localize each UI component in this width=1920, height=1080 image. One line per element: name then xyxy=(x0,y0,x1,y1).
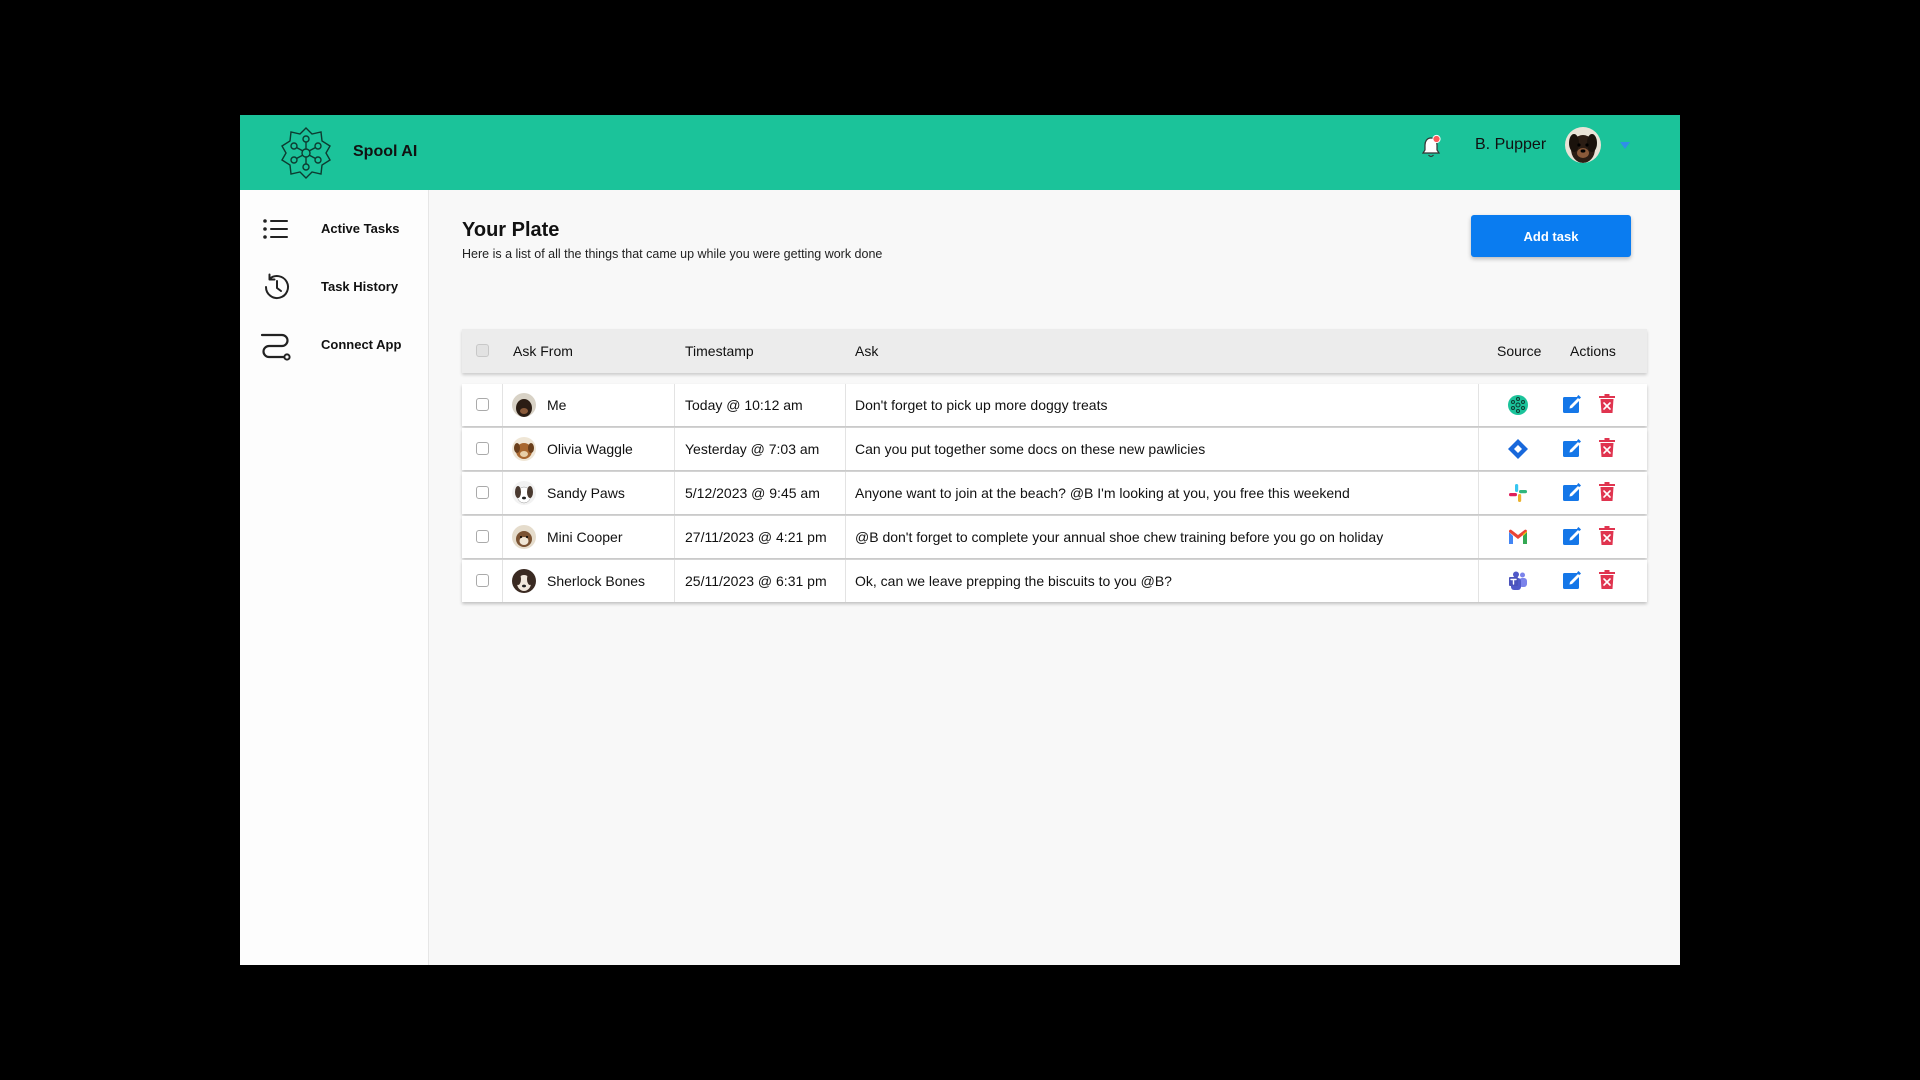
table-row[interactable]: Olivia Waggle Yesterday @ 7:03 am Can yo… xyxy=(462,428,1647,470)
ask-text: Can you put together some docs on these … xyxy=(855,441,1206,457)
connect-route-icon xyxy=(260,333,291,361)
delete-icon[interactable] xyxy=(1598,526,1616,546)
gmail-source-icon xyxy=(1509,529,1527,544)
app-window: Spool AI B. Pupper Active Tasks Task His… xyxy=(240,115,1680,965)
sidebar: Active Tasks Task History Connect App xyxy=(240,190,429,965)
edit-icon[interactable] xyxy=(1562,570,1582,590)
delete-icon[interactable] xyxy=(1598,394,1616,414)
timestamp: Yesterday @ 7:03 am xyxy=(685,441,820,457)
list-icon xyxy=(263,219,288,239)
user-name[interactable]: B. Pupper xyxy=(1475,136,1546,154)
sidebar-item-task-history[interactable]: Task History xyxy=(240,265,428,309)
add-task-button[interactable]: Add task xyxy=(1471,215,1631,257)
avatar xyxy=(512,569,536,593)
ask-text: Don't forget to pick up more doggy treat… xyxy=(855,397,1108,413)
ask-from-name: Sandy Paws xyxy=(547,485,625,501)
ask-from-name: Olivia Waggle xyxy=(547,441,633,457)
timestamp: Today @ 10:12 am xyxy=(685,397,803,413)
spool-ai-source-icon xyxy=(1508,395,1528,415)
column-header-ask[interactable]: Ask xyxy=(855,343,878,359)
column-header-timestamp[interactable]: Timestamp xyxy=(685,343,754,359)
chevron-down-icon[interactable] xyxy=(1619,139,1631,151)
jira-source-icon xyxy=(1508,439,1528,459)
ask-from-name: Me xyxy=(547,397,567,413)
table-row[interactable]: Me Today @ 10:12 am Don't forget to pick… xyxy=(462,384,1647,426)
timestamp: 27/11/2023 @ 4:21 pm xyxy=(685,529,827,545)
select-all-checkbox[interactable] xyxy=(476,344,489,357)
table-header: Ask From Timestamp Ask Source Actions xyxy=(462,329,1647,373)
row-checkbox[interactable] xyxy=(476,442,489,455)
row-checkbox[interactable] xyxy=(476,398,489,411)
sidebar-item-label: Task History xyxy=(321,279,399,294)
sidebar-item-connect-app[interactable]: Connect App xyxy=(240,323,428,367)
ask-text: Anyone want to join at the beach? @B I'm… xyxy=(855,485,1350,501)
row-checkbox[interactable] xyxy=(476,486,489,499)
delete-icon[interactable] xyxy=(1598,438,1616,458)
timestamp: 5/12/2023 @ 9:45 am xyxy=(685,485,820,501)
page-subtitle: Here is a list of all the things that ca… xyxy=(462,247,883,261)
avatar xyxy=(512,525,536,549)
sidebar-item-active-tasks[interactable]: Active Tasks xyxy=(240,207,428,251)
column-header-source[interactable]: Source xyxy=(1497,343,1541,359)
ask-text: @B don't forget to complete your annual … xyxy=(855,529,1384,545)
sidebar-item-label: Active Tasks xyxy=(321,221,400,236)
column-header-actions: Actions xyxy=(1570,343,1616,359)
ask-from-name: Mini Cooper xyxy=(547,529,623,545)
table-row[interactable]: Mini Cooper 27/11/2023 @ 4:21 pm @B don'… xyxy=(462,516,1647,558)
app-name: Spool AI xyxy=(353,143,418,160)
slack-source-icon xyxy=(1509,484,1527,502)
timestamp: 25/11/2023 @ 6:31 pm xyxy=(685,573,827,589)
history-icon xyxy=(264,273,289,300)
avatar xyxy=(512,393,536,417)
delete-icon[interactable] xyxy=(1598,482,1616,502)
edit-icon[interactable] xyxy=(1562,526,1582,546)
delete-icon[interactable] xyxy=(1598,570,1616,590)
row-checkbox[interactable] xyxy=(476,530,489,543)
ask-text: Ok, can we leave prepping the biscuits t… xyxy=(855,573,1172,589)
spool-logo-icon[interactable] xyxy=(278,125,334,181)
user-avatar[interactable] xyxy=(1565,127,1601,163)
column-header-ask-from[interactable]: Ask From xyxy=(513,343,573,359)
notification-bell-icon[interactable] xyxy=(1420,134,1442,160)
ask-from-name: Sherlock Bones xyxy=(547,573,646,589)
top-bar: Spool AI B. Pupper xyxy=(240,115,1680,190)
table-row[interactable]: Sandy Paws 5/12/2023 @ 9:45 am Anyone wa… xyxy=(462,472,1647,514)
page-title: Your Plate xyxy=(462,219,560,241)
avatar xyxy=(512,481,536,505)
teams-source-icon xyxy=(1509,571,1527,590)
sidebar-item-label: Connect App xyxy=(321,337,402,352)
row-checkbox[interactable] xyxy=(476,574,489,587)
table-row[interactable]: Sherlock Bones 25/11/2023 @ 6:31 pm Ok, … xyxy=(462,560,1647,602)
edit-icon[interactable] xyxy=(1562,394,1582,414)
edit-icon[interactable] xyxy=(1562,438,1582,458)
edit-icon[interactable] xyxy=(1562,482,1582,502)
avatar xyxy=(512,437,536,461)
